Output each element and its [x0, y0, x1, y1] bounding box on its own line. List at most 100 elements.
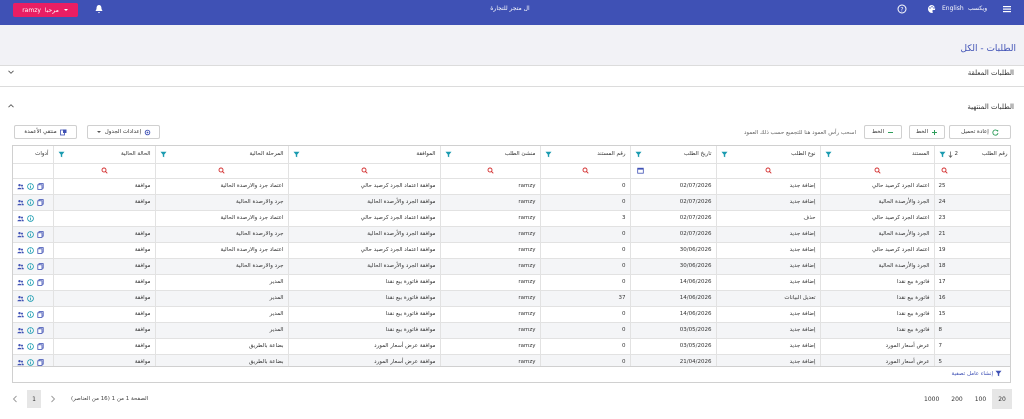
table-row[interactable]: موافقة المدير موافقة فاتورة بيع نقدا ramzy 0…: [13, 306, 1010, 323]
search-icon[interactable]: [874, 167, 881, 174]
add-line-button[interactable]: الخط: [909, 125, 945, 139]
users-icon[interactable]: [17, 231, 24, 238]
copy-icon[interactable]: [37, 358, 44, 366]
search-icon[interactable]: [218, 167, 225, 174]
page-size-option[interactable]: 100: [969, 389, 992, 409]
page-size-option[interactable]: 200: [945, 389, 968, 409]
pending-orders-header[interactable]: الطلبات المعلقة: [0, 67, 1024, 81]
col-header-document[interactable]: المستند: [820, 146, 935, 164]
table-settings-button[interactable]: إعدادات الجدول: [87, 125, 160, 139]
filter-cell[interactable]: [53, 163, 156, 179]
chevron-up-icon[interactable]: [8, 103, 14, 109]
filter-icon[interactable]: [721, 151, 728, 158]
copy-icon[interactable]: [37, 262, 44, 270]
info-icon[interactable]: [27, 358, 34, 366]
pager-prev-button[interactable]: [9, 390, 21, 408]
users-icon[interactable]: [17, 215, 24, 222]
copy-icon[interactable]: [37, 246, 44, 254]
col-header-approval[interactable]: الموافقة: [288, 146, 441, 164]
info-icon[interactable]: [27, 262, 34, 270]
page-size-option[interactable]: 1000: [918, 389, 945, 409]
filter-icon[interactable]: [160, 151, 167, 158]
info-icon[interactable]: [27, 246, 34, 254]
filter-cell[interactable]: [540, 163, 631, 179]
copy-icon[interactable]: [37, 342, 44, 350]
sort-descending-icon[interactable]: [948, 151, 953, 158]
user-menu-button[interactable]: ramzy مرحبا: [13, 3, 78, 17]
table-row[interactable]: موافقة المدير موافقة فاتورة بيع نقدا ramzy 0…: [13, 274, 1010, 291]
users-icon[interactable]: [17, 327, 24, 334]
hamburger-menu-icon[interactable]: [1002, 4, 1012, 14]
copy-icon[interactable]: [37, 278, 44, 286]
reload-button[interactable]: إعادة تحميل: [949, 125, 1011, 139]
copy-icon[interactable]: [37, 310, 44, 318]
info-icon[interactable]: [27, 198, 34, 206]
info-icon[interactable]: [27, 310, 34, 318]
search-icon[interactable]: [361, 167, 368, 174]
users-icon[interactable]: [17, 359, 24, 366]
info-icon[interactable]: [27, 182, 34, 190]
filter-cell[interactable]: [155, 163, 289, 179]
search-icon[interactable]: [765, 167, 772, 174]
users-icon[interactable]: [17, 263, 24, 270]
col-header-order-type[interactable]: نوع الطلب: [716, 146, 821, 164]
copy-icon[interactable]: [37, 326, 44, 334]
filter-cell[interactable]: [934, 163, 1010, 179]
page-size-option-selected[interactable]: 20: [992, 389, 1012, 409]
info-icon[interactable]: [27, 230, 34, 238]
col-header-status[interactable]: الحالة الحالية: [53, 146, 156, 164]
table-row[interactable]: موافقة جرد والارصدة الحالية موافقة الجرد و…: [13, 258, 1010, 275]
table-row[interactable]: موافقة المدير موافقة فاتورة بيع نقدا ramzy 3…: [13, 290, 1010, 307]
chevron-down-icon[interactable]: [8, 69, 14, 75]
col-header-order-no[interactable]: رقم الطلب 2: [934, 146, 1010, 164]
filter-cell[interactable]: [440, 163, 541, 179]
filter-cell[interactable]: [288, 163, 441, 179]
col-header-doc-no[interactable]: رقم المستند: [540, 146, 631, 164]
filter-cell[interactable]: [820, 163, 935, 179]
table-row[interactable]: موافقة جرد والارصدة الحالية موافقة الجرد و…: [13, 194, 1010, 211]
users-icon[interactable]: [17, 295, 24, 302]
table-row[interactable]: اعتماد جرد والارصدة الحالية موافقة اعتماد…: [13, 210, 1010, 227]
col-header-tools[interactable]: أدوات: [13, 146, 54, 164]
info-icon[interactable]: [27, 342, 34, 350]
users-icon[interactable]: [17, 311, 24, 318]
table-row[interactable]: موافقة اعتماد جرد والارصدة الحالية موافقة …: [13, 178, 1010, 195]
info-icon[interactable]: [27, 214, 34, 222]
table-row[interactable]: موافقة المدير موافقة فاتورة بيع نقدا ramzy 0…: [13, 322, 1010, 339]
remove-line-button[interactable]: الخط: [864, 125, 902, 139]
search-icon[interactable]: [941, 167, 948, 174]
create-filter-link[interactable]: إنشاء عامل تصفية: [952, 370, 1002, 377]
copy-icon[interactable]: [37, 182, 44, 190]
site-toggle[interactable]: ويكسب: [968, 5, 987, 12]
finished-orders-header[interactable]: الطلبات المنتهية: [0, 101, 1024, 115]
bell-icon[interactable]: [94, 4, 104, 14]
search-icon[interactable]: [487, 167, 494, 174]
search-icon[interactable]: [582, 167, 589, 174]
pager-page-1[interactable]: 1: [27, 390, 41, 408]
col-header-order-date[interactable]: تاريخ الطلب: [630, 146, 717, 164]
theme-palette-icon[interactable]: [927, 4, 937, 14]
table-row[interactable]: موافقة بضاعة بالطريق موافقة عرض أسعار المو…: [13, 354, 1010, 366]
search-icon[interactable]: [101, 167, 108, 174]
filter-icon[interactable]: [545, 151, 552, 158]
copy-icon[interactable]: [37, 230, 44, 238]
info-icon[interactable]: [27, 294, 34, 302]
pager-next-button[interactable]: [47, 390, 59, 408]
calendar-icon[interactable]: [636, 167, 644, 174]
filter-icon[interactable]: [825, 151, 832, 158]
users-icon[interactable]: [17, 247, 24, 254]
users-icon[interactable]: [17, 183, 24, 190]
col-header-stage[interactable]: المرحلة الحالية: [155, 146, 289, 164]
users-icon[interactable]: [17, 199, 24, 206]
filter-icon[interactable]: [939, 151, 946, 158]
filter-cell[interactable]: [630, 163, 717, 179]
col-header-creator[interactable]: منشئ الطلب: [440, 146, 541, 164]
users-icon[interactable]: [17, 279, 24, 286]
filter-cell[interactable]: [716, 163, 821, 179]
table-row[interactable]: موافقة اعتماد جرد والارصدة الحالية موافقة …: [13, 242, 1010, 259]
language-switch[interactable]: English: [942, 5, 964, 12]
filter-icon[interactable]: [293, 151, 300, 158]
column-chooser-button[interactable]: منتقي الأعمدة: [14, 125, 77, 139]
info-icon[interactable]: [27, 326, 34, 334]
table-row[interactable]: موافقة بضاعة بالطريق موافقة عرض أسعار المو…: [13, 338, 1010, 355]
